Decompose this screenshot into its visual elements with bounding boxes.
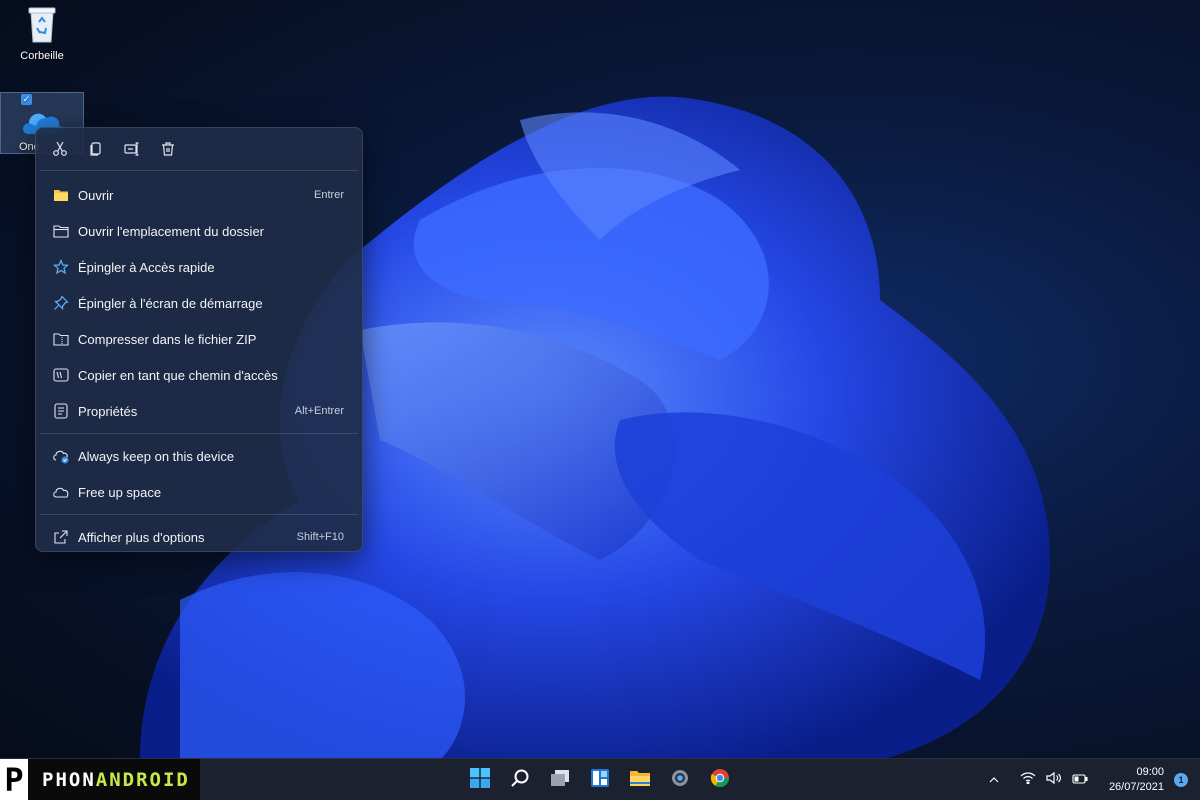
- menu-item-compress-zip[interactable]: Compresser dans le fichier ZIP: [40, 321, 358, 357]
- battery-icon: [1072, 771, 1088, 789]
- properties-icon: [52, 402, 70, 420]
- search-icon: [510, 768, 530, 793]
- file-explorer-icon: [629, 769, 651, 792]
- widgets-icon: [590, 768, 610, 793]
- menu-item-properties[interactable]: Propriétés Alt+Entrer: [40, 393, 358, 429]
- notification-badge[interactable]: 1: [1174, 773, 1188, 787]
- chevron-up-icon: [989, 771, 999, 789]
- menu-item-label: Free up space: [78, 484, 162, 500]
- menu-item-label: Épingler à Accès rapide: [78, 259, 215, 275]
- rename-button[interactable]: [118, 138, 146, 164]
- menu-item-shortcut: Alt+Entrer: [294, 405, 344, 417]
- recycle-bin-icon: [18, 2, 66, 46]
- volume-button[interactable]: [1044, 770, 1064, 790]
- brand-wordmark: PHONANDROID: [42, 769, 190, 791]
- wifi-button[interactable]: [1018, 770, 1038, 790]
- trash-icon: [160, 141, 176, 162]
- brand-part2: ANDROID: [95, 769, 190, 791]
- folder-outline-icon: [52, 222, 70, 240]
- brand-logo: P PHONANDROID: [0, 759, 200, 800]
- cut-button[interactable]: [46, 138, 74, 164]
- clock-time: 09:00: [1136, 766, 1164, 778]
- menu-item-label: Propriétés: [78, 403, 138, 419]
- menu-item-free-up-space[interactable]: Free up space: [40, 474, 358, 510]
- context-menu-toolbar: [36, 128, 362, 170]
- start-button[interactable]: [463, 764, 497, 796]
- start-icon: [470, 767, 490, 793]
- copy-button[interactable]: [82, 138, 110, 164]
- menu-item-shortcut: Entrer: [314, 189, 344, 201]
- recycle-bin-desktop-icon[interactable]: Corbeille: [0, 2, 84, 62]
- clock-date: 26/07/2021: [1108, 781, 1164, 793]
- copy-icon: [88, 141, 104, 162]
- menu-item-always-keep[interactable]: Always keep on this device: [40, 438, 358, 474]
- taskbar: P PHONANDROID 09:00 26/07/2021 1: [0, 758, 1200, 800]
- widgets-button[interactable]: [583, 764, 617, 796]
- search-button[interactable]: [503, 764, 537, 796]
- delete-button[interactable]: [154, 138, 182, 164]
- menu-item-label: Always keep on this device: [78, 448, 235, 464]
- file-explorer-button[interactable]: [623, 764, 657, 796]
- recycle-bin-label: Corbeille: [20, 50, 64, 62]
- menu-item-copy-path[interactable]: Copier en tant que chemin d'accès: [40, 357, 358, 393]
- context-menu: Ouvrir Entrer Ouvrir l'emplacement du do…: [35, 127, 363, 552]
- task-view-icon: [549, 768, 571, 793]
- menu-item-label: Copier en tant que chemin d'accès: [78, 367, 278, 383]
- menu-item-label: Épingler à l'écran de démarrage: [78, 295, 263, 311]
- menu-item-show-more-options[interactable]: Afficher plus d'options Shift+F10: [40, 519, 358, 555]
- chrome-icon: [710, 768, 730, 793]
- menu-item-open[interactable]: Ouvrir Entrer: [40, 177, 358, 213]
- settings-icon: [670, 768, 690, 793]
- rename-icon: [124, 141, 140, 162]
- star-icon: [52, 258, 70, 276]
- folder-icon: [52, 186, 70, 204]
- system-tray: 09:00 26/07/2021 1: [978, 759, 1200, 800]
- zip-icon: [52, 330, 70, 348]
- menu-item-open-location[interactable]: Ouvrir l'emplacement du dossier: [40, 213, 358, 249]
- menu-item-label: Ouvrir: [78, 187, 114, 203]
- volume-icon: [1046, 771, 1062, 790]
- scissors-icon: [52, 141, 68, 162]
- menu-item-label: Afficher plus d'options: [78, 529, 205, 545]
- menu-item-pin-quick-access[interactable]: Épingler à Accès rapide: [40, 249, 358, 285]
- path-icon: [52, 366, 70, 384]
- brand-part1: PHON: [42, 769, 96, 791]
- open-external-icon: [52, 528, 70, 546]
- menu-item-label: Compresser dans le fichier ZIP: [78, 331, 257, 347]
- pin-icon: [52, 294, 70, 312]
- show-hidden-icons-button[interactable]: [984, 770, 1004, 790]
- battery-button[interactable]: [1070, 770, 1090, 790]
- taskbar-apps: [463, 764, 737, 796]
- brand-mark: P: [0, 759, 28, 800]
- menu-item-shortcut: Shift+F10: [296, 531, 344, 543]
- menu-item-pin-start[interactable]: Épingler à l'écran de démarrage: [40, 285, 358, 321]
- selection-checkbox[interactable]: ✓: [21, 94, 32, 105]
- chrome-button[interactable]: [703, 764, 737, 796]
- wifi-icon: [1020, 771, 1036, 789]
- settings-button[interactable]: [663, 764, 697, 796]
- cloud-icon: [52, 483, 70, 501]
- clock[interactable]: 09:00 26/07/2021: [1104, 765, 1164, 795]
- cloud-sync-icon: [52, 447, 70, 465]
- task-view-button[interactable]: [543, 764, 577, 796]
- menu-item-label: Ouvrir l'emplacement du dossier: [78, 223, 264, 239]
